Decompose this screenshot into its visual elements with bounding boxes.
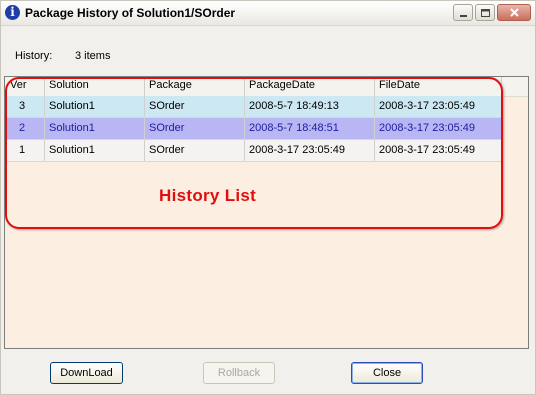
info-icon: i	[5, 5, 20, 20]
column-header-package-date[interactable]: PackageDate	[245, 77, 375, 96]
minimize-button[interactable]	[453, 4, 473, 21]
column-header-ver[interactable]: Ver	[5, 77, 45, 96]
annotation-label: History List	[159, 186, 257, 205]
column-header-file-date[interactable]: FileDate	[375, 77, 502, 96]
cell-ver: 3	[5, 96, 45, 117]
table-row[interactable]: 2 Solution1 SOrder 2008-5-7 18:48:51 200…	[5, 118, 502, 140]
close-window-button[interactable]	[497, 4, 531, 21]
cell-package-date: 2008-5-7 18:49:13	[245, 96, 375, 117]
cell-package: SOrder	[145, 96, 245, 117]
cell-package-date: 2008-3-17 23:05:49	[245, 140, 375, 161]
cell-solution: Solution1	[45, 96, 145, 117]
maximize-button[interactable]	[475, 4, 495, 21]
cell-file-date: 2008-3-17 23:05:49	[375, 118, 502, 139]
package-history-window: i Package History of Solution1/SOrder Hi…	[0, 0, 536, 395]
history-count: 3 items	[75, 50, 111, 62]
download-button[interactable]: DownLoad	[50, 362, 123, 384]
history-list[interactable]: Ver Solution Package PackageDate FileDat…	[4, 76, 529, 349]
column-header-solution[interactable]: Solution	[45, 77, 145, 96]
list-header: Ver Solution Package PackageDate FileDat…	[5, 77, 528, 97]
cell-solution: Solution1	[45, 118, 145, 139]
cell-solution: Solution1	[45, 140, 145, 161]
rollback-button[interactable]: Rollback	[203, 362, 275, 384]
table-row[interactable]: 1 Solution1 SOrder 2008-3-17 23:05:49 20…	[5, 140, 502, 162]
cell-package: SOrder	[145, 118, 245, 139]
maximize-icon	[481, 9, 490, 17]
minimize-icon	[460, 15, 467, 17]
history-label: History:	[15, 50, 53, 62]
cell-file-date: 2008-3-17 23:05:49	[375, 96, 502, 117]
cell-file-date: 2008-3-17 23:05:49	[375, 140, 502, 161]
cell-ver: 2	[5, 118, 45, 139]
cell-package: SOrder	[145, 140, 245, 161]
close-icon	[510, 8, 519, 17]
cell-package-date: 2008-5-7 18:48:51	[245, 118, 375, 139]
column-header-package[interactable]: Package	[145, 77, 245, 96]
cell-ver: 1	[5, 140, 45, 161]
title-bar[interactable]: i Package History of Solution1/SOrder	[1, 1, 535, 26]
table-row[interactable]: 3 Solution1 SOrder 2008-5-7 18:49:13 200…	[5, 96, 502, 118]
window-title: Package History of Solution1/SOrder	[25, 6, 236, 20]
close-button[interactable]: Close	[351, 362, 423, 384]
